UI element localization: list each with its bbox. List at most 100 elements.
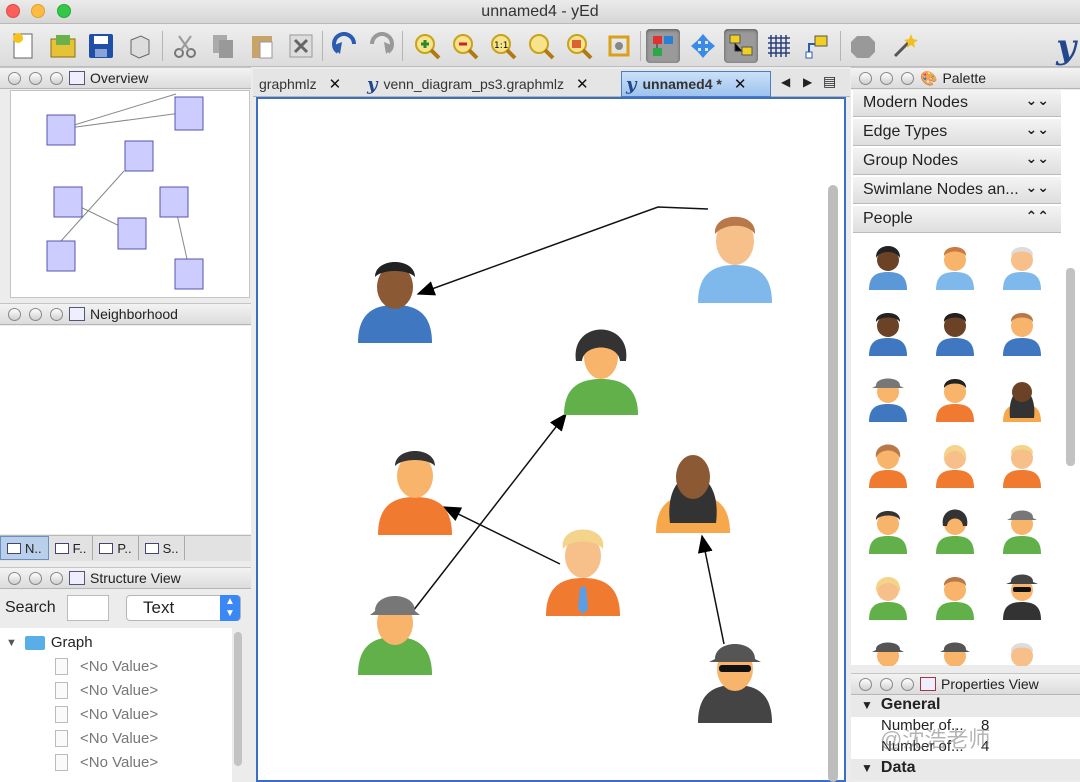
tab-predecessors[interactable]: P.. xyxy=(93,536,139,560)
tab-list-icon[interactable]: ▤ xyxy=(823,73,836,90)
group-icon[interactable] xyxy=(724,29,758,63)
tab-scroll-left-icon[interactable]: ◀ xyxy=(781,75,790,89)
palette-person[interactable] xyxy=(869,444,907,489)
zoom-fit-icon[interactable] xyxy=(524,29,558,63)
person-node-spy[interactable] xyxy=(698,644,772,723)
panel-close-dot[interactable] xyxy=(859,71,872,85)
palette-section-edge-types[interactable]: Edge Types ⌄⌄ xyxy=(853,119,1061,146)
palette-person[interactable] xyxy=(869,378,907,423)
canvas-scrollbar[interactable] xyxy=(828,185,838,782)
panel-close-dot[interactable] xyxy=(8,571,21,585)
panel-min-dot[interactable] xyxy=(29,571,42,585)
tab-folding[interactable]: F.. xyxy=(49,536,94,560)
palette-person[interactable] xyxy=(936,313,974,356)
tree-root-graph[interactable]: ▼ Graph xyxy=(6,634,93,651)
export-icon[interactable] xyxy=(122,29,156,63)
palette-person[interactable] xyxy=(1010,643,1034,666)
tab-unnamed4[interactable]: y unnamed4 * ✕ xyxy=(621,71,771,97)
properties-group-general[interactable]: ▼ General xyxy=(851,696,1080,717)
palette-person[interactable] xyxy=(869,577,907,620)
properties-group-data[interactable]: ▼ Data xyxy=(851,759,1080,780)
palette-person[interactable] xyxy=(936,379,974,422)
panel-float-dot[interactable] xyxy=(50,71,63,85)
save-icon[interactable] xyxy=(84,29,118,63)
person-node-orange-longhair[interactable] xyxy=(656,455,730,533)
cut-icon[interactable] xyxy=(168,29,202,63)
tree-scrollbar[interactable] xyxy=(234,632,242,766)
expand-triangle-icon[interactable]: ▼ xyxy=(6,637,17,649)
close-tab-icon[interactable]: ✕ xyxy=(329,75,342,93)
magic-wand-icon[interactable] xyxy=(888,29,922,63)
palette-person[interactable] xyxy=(1003,313,1041,356)
palette-person[interactable] xyxy=(1003,445,1041,488)
palette-section-group-nodes[interactable]: Group Nodes ⌄⌄ xyxy=(853,148,1061,175)
panel-float-dot[interactable] xyxy=(901,71,914,85)
palette-section-people[interactable]: People ⌃⌃ xyxy=(853,206,1061,233)
tree-item[interactable]: <No Value> xyxy=(55,658,158,675)
tree-item[interactable]: <No Value> xyxy=(55,754,158,771)
zoom-in-icon[interactable] xyxy=(410,29,444,63)
structure-tree[interactable]: ▼ Graph <No Value> <No Value> <No Value>… xyxy=(0,628,232,782)
grid-icon[interactable] xyxy=(762,29,796,63)
palette-person[interactable] xyxy=(1003,382,1041,422)
panel-min-dot[interactable] xyxy=(880,71,893,85)
paste-icon[interactable] xyxy=(245,29,279,63)
palette-person[interactable] xyxy=(936,577,974,620)
palette-person[interactable] xyxy=(869,511,907,554)
palette-person[interactable] xyxy=(940,642,970,667)
palette-person[interactable] xyxy=(869,313,907,356)
tree-item[interactable]: <No Value> xyxy=(55,730,158,747)
delete-icon[interactable] xyxy=(284,29,318,63)
redo-icon[interactable] xyxy=(364,29,398,63)
panel-float-dot[interactable] xyxy=(50,307,63,321)
search-filter-select[interactable]: Text ▲ ▼ xyxy=(126,595,241,621)
panel-float-dot[interactable] xyxy=(50,571,63,585)
fit-content-icon[interactable] xyxy=(602,29,636,63)
neighborhood-view[interactable] xyxy=(0,326,251,534)
open-folder-icon[interactable] xyxy=(46,29,80,63)
undo-icon[interactable] xyxy=(328,29,362,63)
palette-person[interactable] xyxy=(1003,247,1041,290)
person-node-light-blue[interactable] xyxy=(698,216,772,303)
panel-min-dot[interactable] xyxy=(29,307,42,321)
palette-scrollbar[interactable] xyxy=(1066,268,1075,466)
zoom-area-icon[interactable] xyxy=(562,29,596,63)
palette-person[interactable] xyxy=(869,246,907,290)
palette-section-swimlane[interactable]: Swimlane Nodes an... ⌄⌄ xyxy=(853,177,1061,204)
palette-person[interactable] xyxy=(872,642,904,667)
person-node-blue-hoodie[interactable] xyxy=(358,262,432,343)
zoom-actual-icon[interactable]: 1:1 xyxy=(486,29,520,63)
tab-graphmlz[interactable]: graphmlz ✕ xyxy=(259,71,359,97)
panel-close-dot[interactable] xyxy=(8,307,21,321)
tree-item[interactable]: <No Value> xyxy=(55,706,158,723)
navigate-icon[interactable] xyxy=(686,29,720,63)
search-input[interactable] xyxy=(67,595,109,621)
new-document-icon[interactable] xyxy=(6,29,40,63)
person-node-orange-hoodie[interactable] xyxy=(378,451,452,535)
copy-icon[interactable] xyxy=(206,29,240,63)
tab-scroll-right-icon[interactable]: ▶ xyxy=(803,75,812,89)
close-tab-icon[interactable]: ✕ xyxy=(576,75,589,93)
tab-venn-diagram[interactable]: y venn_diagram_ps3.graphmlz ✕ xyxy=(363,71,618,97)
person-node-blond-tie[interactable] xyxy=(546,529,620,617)
palette-person[interactable] xyxy=(936,445,974,488)
panel-min-dot[interactable] xyxy=(29,71,42,85)
zoom-out-icon[interactable] xyxy=(448,29,482,63)
palette-person[interactable] xyxy=(936,509,974,555)
layout-hierarchic-icon[interactable] xyxy=(646,29,680,63)
palette-person[interactable] xyxy=(936,247,974,290)
overview-minimap[interactable] xyxy=(10,90,250,298)
tab-neighborhood[interactable]: N.. xyxy=(0,536,49,560)
tab-successors[interactable]: S.. xyxy=(139,536,186,560)
palette-person[interactable] xyxy=(1003,510,1041,555)
palette-section-modern-nodes[interactable]: Modern Nodes ⌄⌄ xyxy=(853,90,1061,117)
layout-gear-icon[interactable] xyxy=(846,29,880,63)
person-node-green-bob[interactable] xyxy=(564,329,638,416)
person-node-green-cap[interactable] xyxy=(358,596,432,675)
tree-item[interactable]: <No Value> xyxy=(55,682,158,699)
panel-min-dot[interactable] xyxy=(880,677,893,691)
panel-close-dot[interactable] xyxy=(8,71,21,85)
panel-close-dot[interactable] xyxy=(859,677,872,691)
panel-float-dot[interactable] xyxy=(901,677,914,691)
palette-person[interactable] xyxy=(1003,574,1041,621)
